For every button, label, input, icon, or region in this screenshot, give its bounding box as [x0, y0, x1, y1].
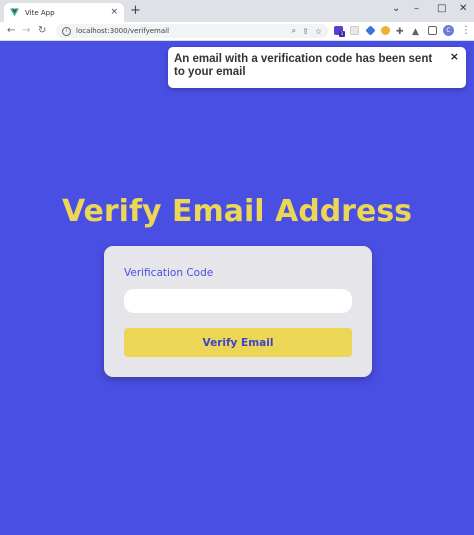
- extension-icon[interactable]: [381, 26, 390, 35]
- url-text: localhost:3000/verifyemail: [76, 27, 170, 35]
- verify-email-button[interactable]: Verify Email: [124, 328, 352, 357]
- extension-badge: 1: [339, 31, 345, 37]
- maximize-icon[interactable]: □: [437, 2, 446, 16]
- address-bar[interactable]: i localhost:3000/verifyemail ⌕ ⇪ ☆: [56, 24, 328, 38]
- side-panel-icon[interactable]: [428, 26, 437, 35]
- toast-message: An email with a verification code has be…: [174, 53, 433, 78]
- extension-icon[interactable]: [365, 25, 376, 36]
- vue-logo-icon: [10, 8, 19, 17]
- share-icon[interactable]: ⇪: [302, 27, 309, 36]
- back-arrow-icon[interactable]: ←: [7, 24, 15, 38]
- tab-close-icon[interactable]: ×: [110, 8, 118, 17]
- toast-notification: An email with a verification code has be…: [168, 47, 466, 88]
- forward-arrow-icon[interactable]: →: [22, 24, 30, 38]
- verify-form-card: Verification Code Verify Email: [104, 246, 372, 377]
- window-close-icon[interactable]: ✕: [459, 2, 467, 16]
- minimize-icon[interactable]: –: [414, 2, 419, 16]
- browser-toolbar: ← → ↻ i localhost:3000/verifyemail ⌕ ⇪ ☆…: [0, 22, 474, 41]
- tab-search-chevron-icon[interactable]: ⌄: [392, 2, 400, 16]
- profile-avatar[interactable]: C: [443, 25, 454, 36]
- zoom-icon[interactable]: ⌕: [292, 26, 296, 36]
- flask-icon[interactable]: ▲: [412, 25, 419, 39]
- page-title: Verify Email Address: [61, 194, 413, 229]
- browser-tabstrip: Vite App × + ⌄ – □ ✕: [0, 0, 474, 22]
- verification-code-label: Verification Code: [124, 267, 214, 279]
- site-info-icon[interactable]: i: [62, 26, 71, 36]
- toast-close-icon[interactable]: ×: [450, 50, 459, 63]
- browser-menu-icon[interactable]: ⋮: [461, 24, 471, 38]
- new-tab-icon[interactable]: +: [130, 3, 141, 19]
- bookmark-star-icon[interactable]: ☆: [315, 27, 322, 36]
- tab-title: Vite App: [25, 8, 55, 17]
- verification-code-input[interactable]: [124, 289, 352, 313]
- extension-icon[interactable]: [350, 26, 359, 35]
- browser-tab[interactable]: Vite App ×: [4, 3, 124, 22]
- reload-icon[interactable]: ↻: [38, 24, 46, 38]
- puzzle-extensions-icon[interactable]: ✚: [396, 25, 404, 39]
